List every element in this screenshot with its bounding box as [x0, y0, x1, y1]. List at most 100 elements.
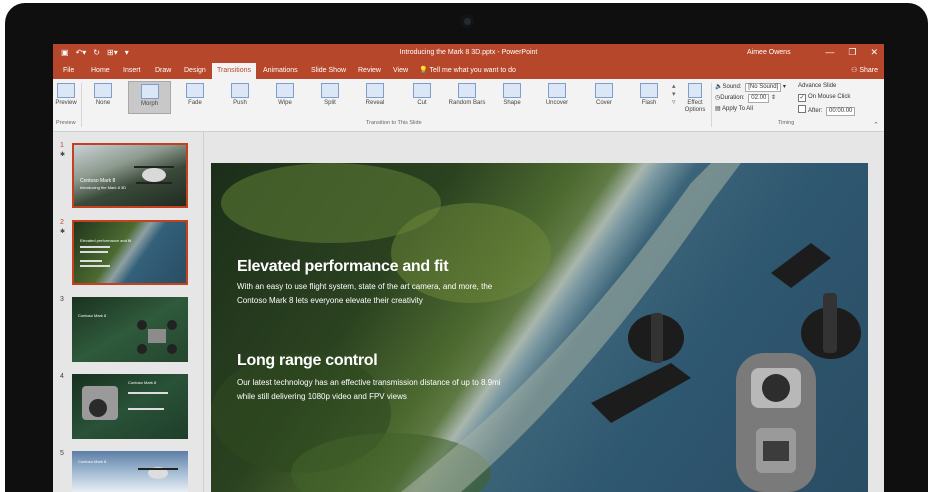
drone-image	[138, 467, 178, 479]
tab-review[interactable]: Review	[358, 65, 381, 76]
tab-animations[interactable]: Animations	[263, 65, 298, 76]
title-bar: ▣ ↶▾ ↻ ⊞▾ ▾ Introducing the Mark 8 3D.pp…	[53, 44, 884, 62]
preview-icon	[57, 83, 75, 98]
push-icon	[231, 83, 249, 98]
advance-slide-title: Advance Slide	[798, 83, 837, 89]
duration-label: Duration:	[720, 95, 745, 101]
slide-number: 1	[60, 142, 64, 149]
transition-random-bars[interactable]: Random Bars	[444, 81, 490, 114]
transition-label: Morph	[140, 101, 158, 107]
transition-wipe[interactable]: Wipe	[267, 81, 303, 114]
share-button[interactable]: ⚇ Share	[851, 65, 878, 76]
transition-cut[interactable]: Cut	[404, 81, 440, 114]
slide-body-1[interactable]: With an easy to use flight system, state…	[237, 280, 509, 308]
lightbulb-icon: 💡	[419, 67, 428, 74]
transition-reveal[interactable]: Reveal	[357, 81, 393, 114]
transition-push[interactable]: Push	[222, 81, 258, 114]
thumbnail-title: Contoso Mark 8	[80, 178, 116, 184]
tab-draw[interactable]: Draw	[155, 65, 171, 76]
transition-none[interactable]: None	[85, 81, 121, 114]
transition-label: Reveal	[365, 100, 385, 106]
transition-label: Fade	[188, 100, 202, 106]
tab-view[interactable]: View	[393, 65, 408, 76]
preview-button[interactable]: Preview	[53, 81, 79, 114]
minimize-button[interactable]: —	[825, 46, 834, 58]
thumbnail-title: Elevated performance and fit	[80, 238, 132, 243]
random-bars-icon	[458, 83, 476, 98]
slide-body-2[interactable]: Our latest technology has an effective t…	[237, 376, 509, 404]
window-controls: — ❐ ✕	[825, 46, 878, 58]
maximize-button[interactable]: ❐	[848, 46, 856, 58]
transition-label: None	[95, 100, 111, 106]
sound-dropdown[interactable]: [No Sound]	[745, 83, 782, 92]
slide-thumbnail-pane: 1 ✱ Contoso Mark 8 Introducing the Mark …	[53, 132, 204, 492]
slide-heading-1[interactable]: Elevated performance and fit	[237, 258, 449, 276]
tab-design[interactable]: Design	[184, 65, 206, 76]
tab-file[interactable]: File	[63, 65, 74, 76]
transition-label: Push	[233, 100, 247, 106]
drone-image	[591, 243, 861, 492]
transition-label: Flash	[641, 100, 657, 106]
transition-morph[interactable]: Morph	[128, 81, 171, 114]
morph-icon	[140, 84, 159, 99]
drone-image	[137, 320, 177, 354]
slide-thumbnail-5[interactable]: Contoso Mark 8	[72, 451, 188, 492]
after-checkbox[interactable]: After: 00:00.00	[798, 105, 856, 116]
camera-lens	[461, 15, 474, 28]
slide-heading-2[interactable]: Long range control	[237, 352, 378, 370]
powerpoint-window: ▣ ↶▾ ↻ ⊞▾ ▾ Introducing the Mark 8 3D.pp…	[53, 44, 884, 492]
sound-control[interactable]: 🔈Sound: [No Sound] ▾	[715, 83, 786, 92]
ribbon: Preview Preview None Morph Fade Push Wip…	[53, 79, 884, 132]
group-timing-label: Timing	[778, 120, 795, 126]
gallery-scroll[interactable]: ▴ ▾ ▿	[672, 83, 676, 107]
after-label: After:	[808, 108, 823, 114]
slide-number: 5	[60, 450, 64, 457]
cut-icon	[413, 83, 431, 98]
sound-label: Sound:	[722, 84, 742, 90]
on-mouse-click-checkbox[interactable]: ✓ On Mouse Click	[798, 94, 850, 102]
tab-transitions[interactable]: Transitions	[212, 63, 256, 79]
transition-label: Cover	[595, 100, 612, 106]
tab-home[interactable]: Home	[91, 65, 110, 76]
transition-star-icon: ✱	[60, 229, 66, 235]
after-input[interactable]: 00:00.00	[826, 107, 856, 116]
preview-label: Preview	[55, 100, 77, 106]
duration-control[interactable]: ◷Duration: 02.00 ⇕	[715, 94, 776, 103]
slide-thumbnail-4[interactable]: Contoso Mark 8	[72, 374, 188, 439]
collapse-ribbon-icon[interactable]: ⌃	[873, 121, 879, 129]
wipe-icon	[276, 83, 294, 98]
transition-uncover[interactable]: Uncover	[539, 81, 575, 114]
effect-options-label: Effect Options	[684, 100, 706, 113]
transition-flash[interactable]: Flash	[631, 81, 667, 114]
duration-input[interactable]: 02.00	[748, 94, 770, 103]
transition-label: Split	[324, 100, 336, 106]
close-button[interactable]: ✕	[870, 46, 878, 58]
transition-cover[interactable]: Cover	[586, 81, 622, 114]
slide-thumbnail-3[interactable]: Contoso Mark 8	[72, 297, 188, 362]
slide-thumbnail-1[interactable]: Contoso Mark 8 Introducing the Mark 8 3D	[72, 143, 188, 208]
transition-star-icon: ✱	[60, 152, 66, 158]
fade-icon	[186, 83, 204, 98]
tab-insert[interactable]: Insert	[123, 65, 141, 76]
apply-to-all-button[interactable]: ▤ Apply To All	[715, 105, 753, 112]
ribbon-separator	[711, 83, 712, 127]
main-slide-canvas[interactable]: Elevated performance and fit With an eas…	[211, 163, 868, 492]
transition-label: Cut	[417, 100, 427, 106]
transition-shape[interactable]: Shape	[494, 81, 530, 114]
drone-image	[134, 166, 174, 184]
effect-options-button[interactable]: Effect Options	[680, 81, 710, 114]
checkbox-checked-icon: ✓	[798, 94, 806, 102]
person-icon: ⚇	[851, 67, 858, 74]
ribbon-tab-bar: File Home Insert Draw Design Transitions…	[53, 62, 884, 79]
tab-slide-show[interactable]: Slide Show	[311, 65, 346, 76]
tell-me-text: Tell me what you want to do	[429, 67, 516, 74]
transition-fade[interactable]: Fade	[177, 81, 213, 114]
tell-me-search[interactable]: 💡 Tell me what you want to do	[419, 65, 516, 76]
thumbnail-title: Contoso Mark 8	[78, 313, 107, 318]
split-icon	[321, 83, 339, 98]
flash-icon	[640, 83, 658, 98]
slide-thumbnail-2[interactable]: Elevated performance and fit	[72, 220, 188, 285]
user-name[interactable]: Aimee Owens	[747, 49, 791, 56]
on-mouse-click-label: On Mouse Click	[808, 94, 851, 100]
transition-split[interactable]: Split	[312, 81, 348, 114]
